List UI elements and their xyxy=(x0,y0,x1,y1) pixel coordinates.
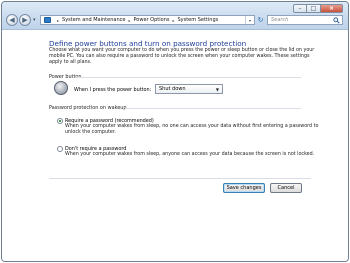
navigation-bar: – □ × ◀ ▶ ▾ ▸ System and Maintenance ▸ P… xyxy=(2,2,348,30)
breadcrumb-power-options[interactable]: Power Options xyxy=(133,17,169,23)
breadcrumb-system-settings[interactable]: System Settings xyxy=(177,17,218,23)
save-changes-button[interactable]: Save changes xyxy=(223,183,265,193)
close-button[interactable]: × xyxy=(321,4,343,13)
page-description: Choose what you want your computer to do… xyxy=(49,48,315,65)
page-title: Define power buttons and turn on passwor… xyxy=(49,39,247,48)
breadcrumb-separator-icon: ▸ xyxy=(128,17,131,23)
maximize-button[interactable]: □ xyxy=(307,4,321,13)
recent-pages-dropdown-icon[interactable]: ▾ xyxy=(33,17,36,23)
chevron-down-icon: ▼ xyxy=(215,87,219,92)
power-button-action-value: Shut down xyxy=(159,86,186,92)
power-button-action-label: When I press the power button: xyxy=(74,87,152,93)
minimize-button[interactable]: – xyxy=(293,4,307,13)
search-placeholder: Search xyxy=(271,17,289,23)
breadcrumb-system-and-maintenance[interactable]: System and Maintenance xyxy=(62,17,125,23)
forward-arrow-icon[interactable]: ▶ xyxy=(19,14,31,26)
require-password-description: When your computer wakes from sleep, no … xyxy=(65,124,319,135)
back-arrow-icon[interactable]: ◀ xyxy=(6,14,18,26)
dont-require-password-description: When your computer wakes from sleep, any… xyxy=(65,152,315,157)
refresh-icon[interactable]: ↻ xyxy=(256,15,265,25)
power-button-action-select[interactable]: Shut down ▼ xyxy=(155,84,223,94)
address-dropdown-icon[interactable]: ▾ xyxy=(245,16,254,24)
breadcrumb-separator-icon: ▸ xyxy=(57,17,60,23)
content-area: Define power buttons and turn on passwor… xyxy=(2,31,348,261)
search-input[interactable]: Search xyxy=(267,15,343,25)
password-section-label: Password protection on wakeup xyxy=(49,105,127,111)
section-divider xyxy=(125,108,301,109)
footer-divider xyxy=(49,178,311,179)
window-controls: – □ × xyxy=(293,4,343,14)
dont-require-password-radio[interactable] xyxy=(57,146,63,152)
search-icon[interactable] xyxy=(333,17,340,24)
breadcrumb-separator-icon: ▸ xyxy=(172,17,175,23)
require-password-radio[interactable] xyxy=(57,118,63,124)
control-panel-icon xyxy=(44,17,51,23)
cancel-button[interactable]: Cancel xyxy=(270,183,302,193)
settings-window: – □ × ◀ ▶ ▾ ▸ System and Maintenance ▸ P… xyxy=(1,1,349,262)
power-button-icon xyxy=(54,81,68,95)
address-bar[interactable]: ▸ System and Maintenance ▸ Power Options… xyxy=(40,15,255,25)
section-divider xyxy=(76,77,301,78)
